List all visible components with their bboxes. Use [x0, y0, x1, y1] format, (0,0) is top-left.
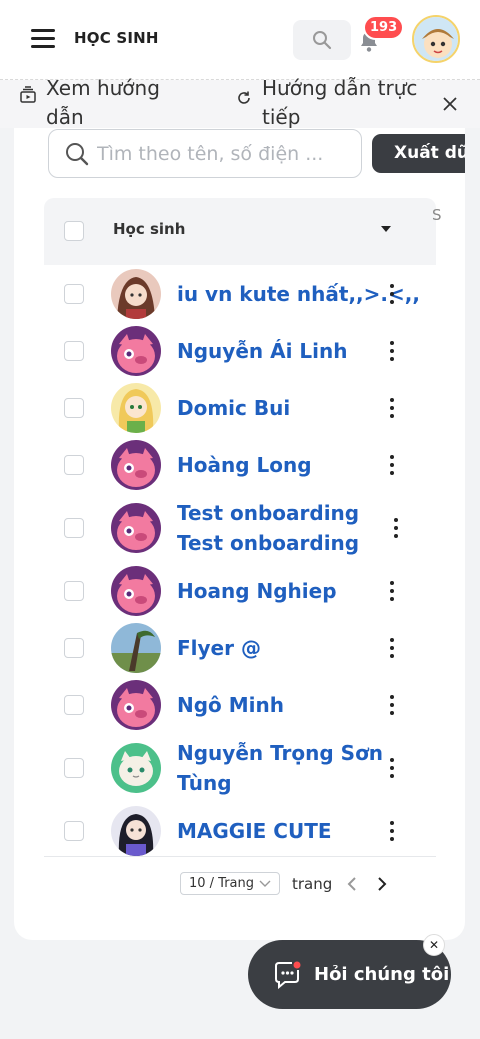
student-name-link[interactable]: Test onboarding Test onboarding — [177, 498, 389, 558]
more-options-icon[interactable] — [389, 637, 395, 658]
more-options-icon[interactable] — [393, 517, 399, 538]
search-icon — [313, 31, 332, 50]
student-name-link[interactable]: Nguyễn Ái Linh — [177, 336, 389, 366]
more-options-icon[interactable] — [389, 397, 395, 418]
search-icon — [66, 142, 89, 165]
live-guide-label: Hướng dẫn trực tiếp — [262, 76, 418, 129]
close-icon[interactable]: ✕ — [423, 934, 445, 956]
table-row: Hoang Nghiep — [44, 562, 436, 619]
table-row: Flyer @ — [44, 619, 436, 676]
table-row: Hoàng Long — [44, 436, 436, 493]
column-header-student: Học sinh — [113, 220, 186, 238]
guide-bar: Xem hướng dẫn Hướng dẫn trực tiếp — [0, 76, 480, 129]
row-checkbox[interactable] — [64, 694, 84, 715]
table-row: Nguyễn Ái Linh — [44, 322, 436, 379]
table-row: Domic Bui — [44, 379, 436, 436]
column-header-extra: S — [432, 206, 442, 224]
chevron-down-icon — [259, 880, 271, 887]
table-row: iu vn kute nhất,,>.<,, — [44, 265, 436, 322]
avatar — [111, 679, 161, 730]
student-name-link[interactable]: Ngô Minh — [177, 690, 389, 720]
view-guide-link[interactable]: Xem hướng dẫn — [20, 74, 200, 132]
row-checkbox[interactable] — [64, 397, 84, 418]
avatar — [111, 805, 161, 856]
select-all-checkbox[interactable] — [64, 221, 84, 241]
page-title: HỌC SINH — [74, 29, 159, 47]
export-button[interactable]: Xuất dữ liệu — [372, 134, 465, 173]
avatar — [111, 742, 161, 793]
chat-icon — [275, 961, 301, 989]
avatar — [111, 565, 161, 616]
search-button[interactable] — [293, 20, 351, 60]
hamburger-icon[interactable] — [31, 29, 55, 49]
video-guide-icon — [20, 86, 36, 103]
chat-label: Hỏi chúng tôi — [314, 964, 450, 985]
table-header: Học sinh S — [44, 198, 442, 265]
refresh-icon — [238, 91, 250, 104]
table-row: Ngô Minh — [44, 676, 436, 733]
row-checkbox[interactable] — [64, 454, 84, 475]
table-row: Test onboarding Test onboarding — [44, 493, 436, 562]
student-name-link[interactable]: Hoàng Long — [177, 450, 389, 480]
row-checkbox[interactable] — [64, 283, 84, 304]
ask-us-chat-button[interactable]: Hỏi chúng tôi — [248, 940, 451, 1009]
search-field[interactable] — [97, 142, 347, 165]
close-icon[interactable] — [440, 94, 460, 114]
more-options-icon[interactable] — [389, 454, 395, 475]
more-options-icon[interactable] — [389, 580, 395, 601]
notification-badge: 193 — [363, 15, 405, 40]
student-name-link[interactable]: iu vn kute nhất,,>.<,, — [177, 279, 420, 309]
table-row: MAGGIE CUTE — [44, 802, 436, 859]
page-size-select[interactable]: 10 / Trang — [180, 872, 280, 895]
next-page-button[interactable] — [372, 874, 392, 894]
live-guide-link[interactable]: Hướng dẫn trực tiếp — [236, 74, 426, 132]
prev-page-button[interactable] — [342, 874, 362, 894]
page-size-value: 10 / Trang — [189, 876, 255, 891]
pagination: 10 / Trang trang — [180, 872, 392, 895]
student-table: Học sinh S iu vn kute nhất,,>.<,, Nguyễn… — [44, 198, 442, 859]
student-list-card: Xuất dữ liệu Học sinh S iu vn kute nhất,… — [14, 128, 465, 940]
top-bar: HỌC SINH 193 — [0, 0, 480, 80]
more-options-icon[interactable] — [389, 283, 395, 304]
avatar — [111, 502, 161, 553]
more-options-icon[interactable] — [389, 694, 395, 715]
student-name-link[interactable]: Hoang Nghiep — [177, 576, 389, 606]
table-divider — [44, 856, 436, 857]
more-options-icon[interactable] — [389, 757, 395, 778]
row-checkbox[interactable] — [64, 637, 84, 658]
student-name-link[interactable]: Nguyễn Trọng Sơn Tùng — [177, 738, 389, 798]
avatar — [111, 622, 161, 673]
avatar — [111, 325, 161, 376]
sort-caret-icon[interactable] — [381, 226, 391, 232]
more-options-icon[interactable] — [389, 340, 395, 361]
row-checkbox[interactable] — [64, 580, 84, 601]
row-checkbox[interactable] — [64, 820, 84, 841]
view-guide-label: Xem hướng dẫn — [46, 76, 160, 129]
row-checkbox[interactable] — [64, 340, 84, 361]
student-name-link[interactable]: MAGGIE CUTE — [177, 816, 389, 846]
search-input[interactable] — [48, 129, 362, 178]
student-name-link[interactable]: Domic Bui — [177, 393, 389, 423]
student-name-link[interactable]: Flyer @ — [177, 633, 389, 663]
table-row: Nguyễn Trọng Sơn Tùng — [44, 733, 436, 802]
avatar — [111, 382, 161, 433]
chevron-right-icon — [378, 876, 387, 891]
page-label: trang — [292, 874, 333, 893]
avatar — [111, 268, 161, 319]
more-options-icon[interactable] — [389, 820, 395, 841]
chevron-left-icon — [347, 876, 356, 891]
row-checkbox[interactable] — [64, 757, 84, 778]
row-checkbox[interactable] — [64, 517, 84, 538]
user-avatar[interactable] — [412, 15, 460, 63]
avatar — [111, 439, 161, 490]
